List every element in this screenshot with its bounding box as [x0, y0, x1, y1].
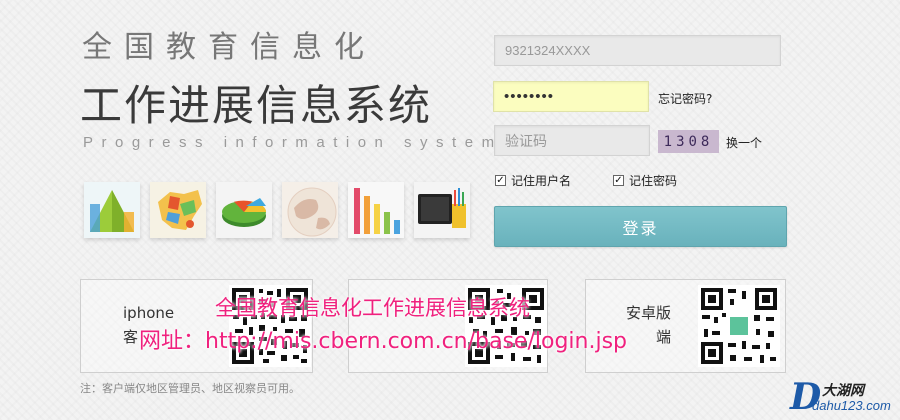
logo-url: dahu123.com — [812, 398, 891, 413]
remember-username-checkbox[interactable]: ✓ 记住用户名 — [495, 172, 571, 189]
overlay-url: 网址：http://mis.cbern.com.cn/base/login.js… — [139, 329, 627, 354]
password-input[interactable]: •••••••• — [493, 81, 649, 112]
username-input[interactable]: 9321324XXXX — [494, 35, 781, 66]
tablet-pencils-thumbnail — [414, 182, 470, 238]
captcha-image[interactable]: 1308 — [658, 130, 719, 153]
pie-chart-icon — [216, 182, 272, 238]
logo-name: 大湖网 — [822, 383, 864, 399]
map-icon — [150, 182, 206, 238]
android-label-line2: 端 — [656, 328, 672, 346]
tablet-icon — [414, 182, 470, 238]
dahu123-logo: D 大湖网 dahu123.com — [790, 378, 895, 416]
remember-username-label: 记住用户名 — [511, 174, 572, 188]
china-map-thumbnail — [150, 182, 206, 238]
globe-icon — [282, 182, 338, 238]
bar-chart-thumbnail — [348, 182, 404, 238]
android-qr-code[interactable] — [698, 285, 780, 367]
android-label: 安卓版 — [626, 304, 672, 322]
android-app-logo-icon — [728, 315, 750, 337]
forgot-password-link[interactable]: 忘记密码? — [658, 90, 712, 107]
captcha-refresh-link[interactable]: 换一个 — [726, 134, 762, 151]
login-page: { "title": { "line1": "全国教育信息化", "line2"… — [0, 0, 900, 420]
system-title-line2: 工作进展信息系统 — [80, 81, 433, 130]
iphone-label: iphone — [123, 304, 175, 322]
checkbox-checked-icon[interactable]: ✓ — [495, 175, 506, 186]
overlay-system-name: 全国教育信息化工作进展信息系统 — [215, 296, 530, 320]
captcha-input[interactable]: 验证码 — [494, 125, 650, 156]
system-subtitle: Progress information system — [83, 134, 503, 151]
pyramid-chart-thumbnail — [84, 182, 140, 238]
globe-thumbnail — [282, 182, 338, 238]
feature-thumbnails — [84, 182, 472, 240]
remember-password-checkbox[interactable]: ✓ 记住密码 — [613, 172, 677, 189]
iphone-label-line2: 客 — [123, 328, 139, 346]
pyramid-chart-icon — [84, 182, 140, 238]
pie-chart-thumbnail — [216, 182, 272, 238]
login-button[interactable]: 登录 — [494, 206, 787, 247]
bar-chart-icon — [348, 182, 404, 238]
remember-password-label: 记住密码 — [629, 174, 678, 188]
system-title-line1: 全国教育信息化 — [82, 30, 376, 65]
footnote: 注：客户端仅地区管理员、地区视察员可用。 — [80, 382, 300, 395]
checkbox-checked-icon[interactable]: ✓ — [613, 175, 624, 186]
